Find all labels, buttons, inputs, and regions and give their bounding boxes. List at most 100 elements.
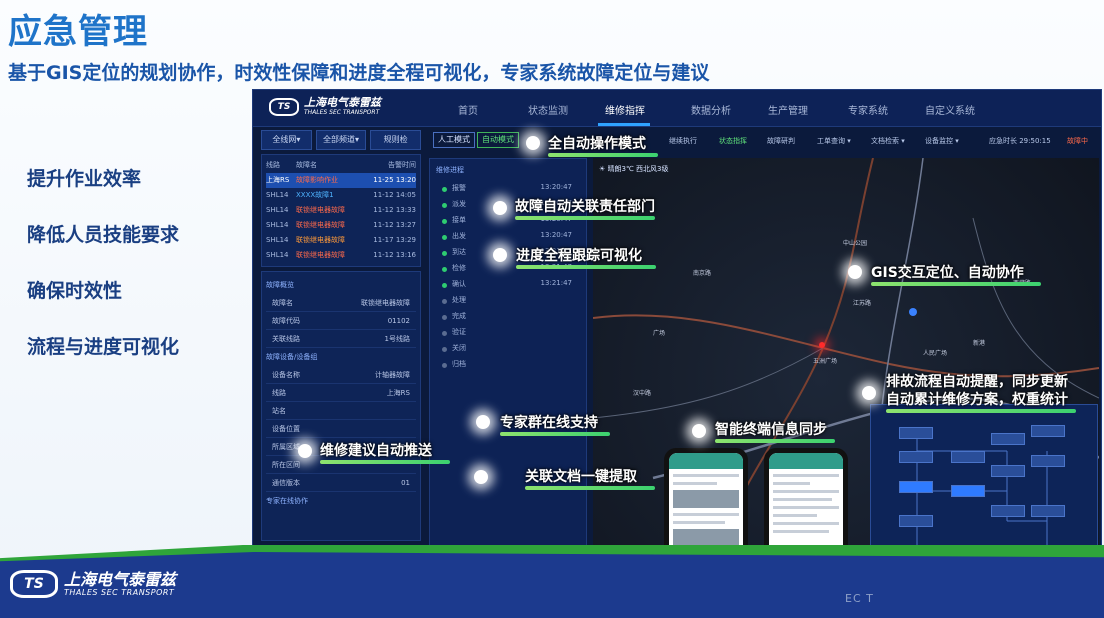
step-name: 出发: [452, 232, 466, 240]
channel-select[interactable]: 全部频道▾: [315, 130, 367, 150]
text-line: [673, 482, 718, 485]
step-name: 确认: [452, 280, 466, 288]
table-row[interactable]: SHL14 联锁继电器故障 11-12 13:27: [266, 218, 416, 233]
detail-value: 1号线路: [384, 335, 410, 343]
nav-maintenance-command[interactable]: 维修指挥: [605, 102, 645, 117]
table-header: 线路 故障名 告警时间: [266, 158, 416, 173]
callout-bar: [515, 216, 655, 220]
detail-key: 所在区间: [272, 461, 300, 469]
footer-logo-en: THALES SEC TRANSPORT: [64, 588, 175, 597]
callout-troubleshoot-remind: 排故流程自动提醒，同步更新: [886, 374, 1068, 391]
text-line: [673, 513, 739, 516]
step-name: 派发: [452, 200, 466, 208]
process-step: 验证: [436, 327, 580, 343]
nav-home[interactable]: 首页: [458, 102, 478, 117]
step-name: 归档: [452, 360, 466, 368]
emergency-timer: 应急时长 29:50:15: [989, 137, 1051, 145]
nav-production[interactable]: 生产管理: [768, 102, 808, 117]
step-time: 13:21:47: [540, 279, 572, 287]
cell-fault: XXXX故障1: [296, 191, 334, 199]
flow-node: [991, 433, 1025, 445]
toolbar-item[interactable]: 继续执行: [669, 136, 697, 146]
toolbar-item[interactable]: 状态指挥: [719, 136, 747, 146]
toolbar-item[interactable]: 设备监控 ▾: [925, 136, 959, 146]
toolbar-item[interactable]: 故障研判: [767, 136, 795, 146]
callout-text: 维修建议自动推送: [320, 443, 432, 459]
nav-expert-system[interactable]: 专家系统: [848, 102, 888, 117]
table-row[interactable]: SHL14 联锁继电器故障 11-12 13:16: [266, 248, 416, 263]
detail-value: 01: [401, 479, 410, 487]
benefit-item: 降低人员技能要求: [27, 224, 180, 246]
app-logo-name: 上海电气泰雷兹: [304, 96, 381, 109]
table-row[interactable]: SHL14 联锁继电器故障 11-17 13:29: [266, 233, 416, 248]
cell-line: SHL14: [266, 251, 289, 259]
process-step: 完成: [436, 311, 580, 327]
page-subtitle: 基于GIS定位的规划协作，时效性保障和进度全程可视化，专家系统故障定位与建议: [8, 62, 710, 84]
step-name: 完成: [452, 312, 466, 320]
callout-terminal-sync: 智能终端信息同步: [715, 422, 835, 443]
callout-bar: [715, 439, 835, 443]
toolbar-item[interactable]: 工单查询 ▾: [817, 136, 851, 146]
callout-text: 智能终端信息同步: [715, 422, 827, 438]
app-left-panel: 全线网▾ 全部频道▾ 规则检 线路 故障名 告警时间 上海RS 故障影响作业 11-…: [261, 130, 422, 560]
company-logo-icon: TS: [10, 570, 58, 598]
callout-text: GIS交互定位、自动协作: [871, 265, 1024, 281]
step-name: 检修: [452, 264, 466, 272]
process-title: 维修进程: [436, 166, 464, 174]
col-fault: 故障名: [296, 161, 317, 169]
table-row[interactable]: SHL14 XXXX故障1 11-12 14:05: [266, 188, 416, 203]
app-logo-en: THALES SEC TRANSPORT: [304, 109, 380, 116]
detail-key: 站名: [272, 407, 286, 415]
detail-row: 故障名 联锁继电器故障: [266, 294, 416, 312]
text-line: [773, 522, 839, 525]
callout-bar: [871, 282, 1041, 286]
callout-glow-icon: [848, 265, 862, 279]
detail-key: 设备名称: [272, 371, 300, 379]
nav-custom-system[interactable]: 自定义系统: [925, 102, 975, 117]
table-row[interactable]: 上海RS 故障影响作业 11-25 13:20: [266, 173, 416, 188]
status-badge: 故障中: [1067, 137, 1088, 145]
flow-node: [899, 451, 933, 463]
callout-bar: [500, 432, 610, 436]
callout-bar: [320, 460, 450, 464]
company-logo-icon: TS: [269, 97, 299, 116]
process-step: 归档: [436, 359, 580, 375]
flow-node: [951, 451, 985, 463]
fault-panel-title: 故障概览: [266, 281, 294, 289]
step-time: 13:20:47: [540, 231, 572, 239]
benefit-item: 流程与进度可视化: [27, 336, 180, 358]
detail-value: 计轴器故障: [375, 371, 410, 379]
staff-location-marker[interactable]: [909, 308, 917, 316]
alarm-location-marker[interactable]: [819, 342, 825, 348]
text-line: [773, 482, 810, 485]
rule-check-button[interactable]: 规则检: [370, 130, 422, 150]
map-place: 江苏路: [853, 300, 872, 307]
cell-time: 11-12 14:05: [373, 191, 416, 199]
callout-doc-extract: 关联文档一键提取: [525, 469, 655, 490]
map-weather: ☀ 晴朗3℃ 西北风3级: [599, 165, 669, 173]
toolbar-item[interactable]: 文档检索 ▾: [871, 136, 905, 146]
nav-active-indicator: [598, 123, 650, 126]
process-step: 报警 13:20:47: [436, 183, 580, 199]
callout-auto-mode: 全自动操作模式: [548, 136, 658, 157]
expert-collab-title: 专家在线协作: [266, 497, 308, 505]
cell-fault: 联锁继电器故障: [296, 221, 345, 229]
photo-thumbnail: [673, 490, 739, 508]
callout-progress: 进度全程跟踪可视化: [516, 248, 656, 269]
process-step: 关闭: [436, 343, 580, 359]
detail-row: 关联线路 1号线路: [266, 330, 416, 348]
line-network-select[interactable]: 全线网▾: [261, 130, 312, 150]
text-line: [673, 474, 739, 477]
detail-key: 通信版本: [272, 479, 300, 487]
cell-line: SHL14: [266, 221, 289, 229]
flow-node: [1031, 455, 1065, 467]
nav-data-analysis[interactable]: 数据分析: [691, 102, 731, 117]
nav-monitoring[interactable]: 状态监测: [528, 102, 568, 117]
manual-mode-button[interactable]: 人工模式: [433, 132, 475, 148]
flow-node: [899, 427, 933, 439]
step-name: 验证: [452, 328, 466, 336]
step-time: 13:20:47: [540, 183, 572, 191]
auto-mode-button[interactable]: 自动模式: [477, 132, 519, 148]
table-row[interactable]: SHL14 联锁继电器故障 11-12 13:33: [266, 203, 416, 218]
cell-time: 11-17 13:29: [373, 236, 416, 244]
